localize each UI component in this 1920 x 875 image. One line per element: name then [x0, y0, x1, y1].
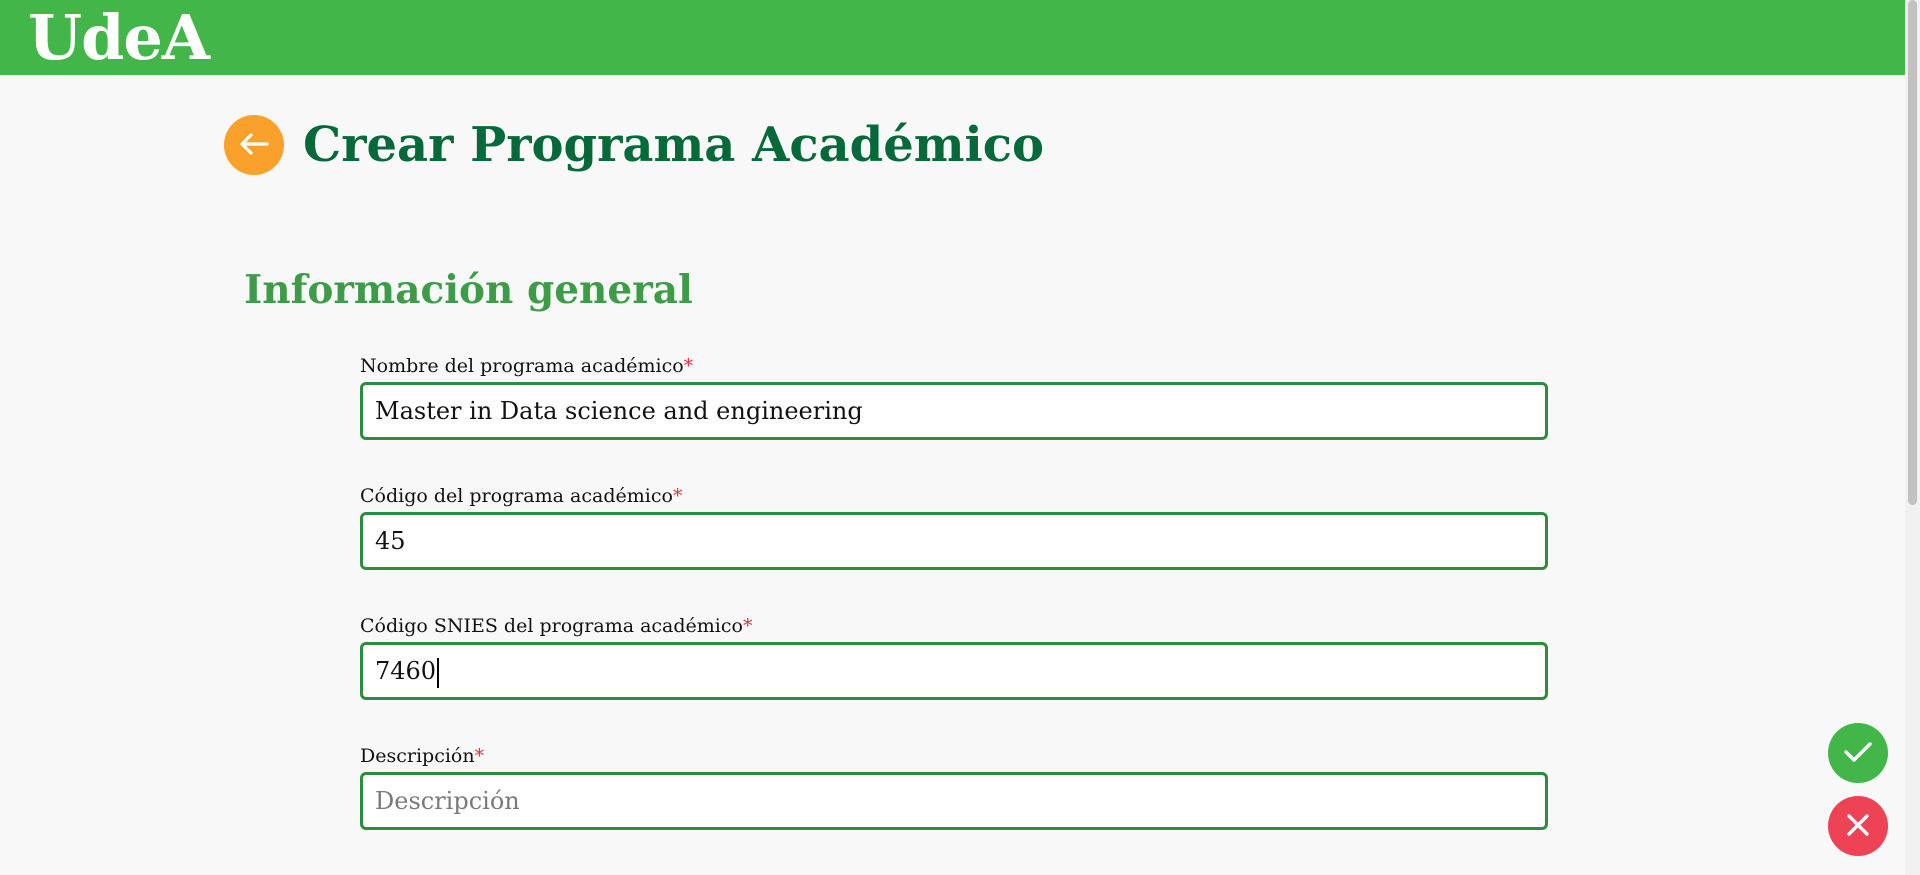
program-name-label: Nombre del programa académico* — [360, 355, 694, 377]
program-code-label: Código del programa académico* — [360, 485, 683, 507]
program-name-input[interactable]: Master in Data science and engineering — [360, 382, 1548, 440]
snies-code-input[interactable]: 7460 — [360, 642, 1548, 700]
snies-code-label: Código SNIES del programa académico* — [360, 615, 753, 637]
program-code-input[interactable]: 45 — [360, 512, 1548, 570]
description-input[interactable] — [360, 772, 1548, 830]
cancel-button[interactable] — [1828, 796, 1888, 856]
back-button[interactable] — [224, 115, 284, 175]
check-icon — [1843, 740, 1873, 767]
arrow-left-icon — [239, 132, 269, 158]
program-code-field: Código del programa académico* 45 — [360, 484, 1548, 570]
top-bar: UdeA — [0, 0, 1905, 75]
confirm-button[interactable] — [1828, 723, 1888, 783]
vertical-scrollbar[interactable] — [1905, 0, 1920, 875]
text-caret — [437, 657, 440, 688]
program-name-field: Nombre del programa académico* Master in… — [360, 354, 1548, 440]
section-title: Información general — [244, 267, 693, 313]
scrollbar-thumb[interactable] — [1908, 0, 1917, 505]
description-label: Descripción* — [360, 745, 485, 767]
page-title: Crear Programa Académico — [303, 117, 1045, 173]
udea-logo[interactable]: UdeA — [28, 2, 210, 74]
close-icon — [1845, 812, 1871, 841]
description-field: Descripción* — [360, 744, 1548, 830]
snies-code-field: Código SNIES del programa académico* 746… — [360, 614, 1548, 700]
